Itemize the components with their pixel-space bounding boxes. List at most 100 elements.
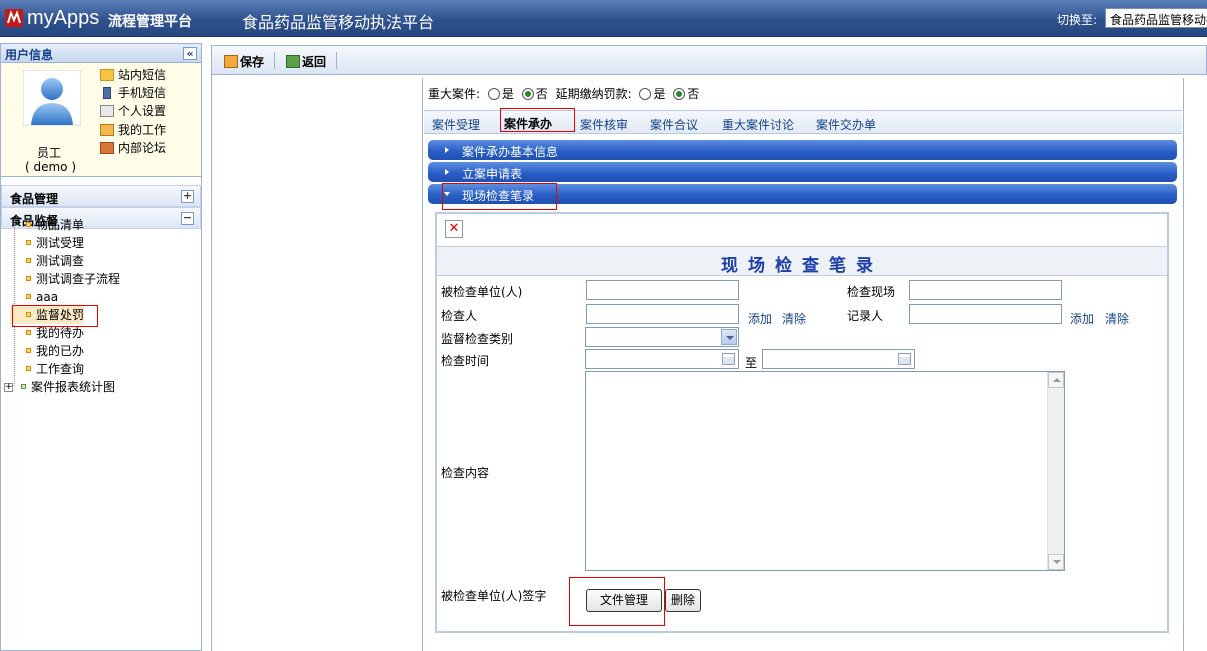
- back-button[interactable]: 返回: [286, 53, 326, 70]
- node-icon: [26, 330, 31, 335]
- expand-icon[interactable]: +: [181, 190, 194, 203]
- inspect-site-input[interactable]: [909, 280, 1062, 300]
- scrollbar[interactable]: [1047, 372, 1064, 570]
- calendar-icon[interactable]: [898, 353, 911, 365]
- delete-button[interactable]: 删除: [665, 589, 701, 612]
- save-icon: [224, 55, 238, 68]
- app-switch-select[interactable]: 食品药品监管移动执法平台: [1105, 8, 1207, 28]
- node-icon: [26, 366, 31, 371]
- tree-item-item-list[interactable]: 物品清单: [10, 216, 84, 234]
- inspector-add-link[interactable]: 添加: [748, 310, 772, 327]
- tab-case-collegial[interactable]: 案件合议: [650, 116, 698, 133]
- quick-link-forum[interactable]: 内部论坛: [100, 140, 166, 156]
- content-label: 检查内容: [441, 466, 490, 480]
- recorder-label: 记录人: [847, 309, 884, 323]
- file-button-highlight: [569, 577, 665, 626]
- remove-icon[interactable]: ✕: [445, 220, 463, 238]
- time-to-label: 至: [745, 356, 758, 370]
- major-case-yes-radio[interactable]: [487, 88, 500, 100]
- recorder-clear-link[interactable]: 清除: [1105, 310, 1129, 327]
- tree-item-test-investigate[interactable]: 测试调查: [10, 252, 84, 270]
- tree-item-case-report[interactable]: + 案件报表统计图: [4, 378, 115, 396]
- toolbar-divider: [336, 52, 337, 69]
- mail-icon: [100, 69, 114, 81]
- user-panel-title: 用户信息: [5, 48, 54, 62]
- delay-yes-radio[interactable]: [639, 88, 652, 100]
- save-button[interactable]: 保存: [224, 53, 264, 70]
- toolbar-divider: [274, 52, 275, 69]
- category-label: 监督检查类别: [441, 332, 514, 346]
- section-highlight: [442, 183, 557, 210]
- forum-icon: [100, 142, 114, 154]
- node-icon: [26, 222, 31, 227]
- quick-link-sms[interactable]: 手机短信: [100, 85, 166, 101]
- collapsed-arrow-icon: [445, 147, 449, 153]
- collapse-sidebar-icon[interactable]: «: [183, 47, 197, 60]
- case-flags: 重大案件: 是 否 延期缴纳罚款: 是 否: [428, 87, 700, 101]
- recorder-add-link[interactable]: 添加: [1070, 310, 1094, 327]
- section-case-basic-info[interactable]: 案件承办基本信息: [428, 140, 1177, 160]
- chevron-down-icon[interactable]: [721, 329, 737, 345]
- inspector-input[interactable]: [586, 304, 739, 324]
- tree-item-work-query[interactable]: 工作查询: [10, 360, 84, 378]
- time-end-input[interactable]: [762, 349, 915, 369]
- scroll-up-icon[interactable]: [1048, 372, 1064, 388]
- inspected-unit-input[interactable]: [586, 280, 739, 300]
- signature-label: 被检查单位(人)签字: [441, 589, 547, 603]
- tree-item-aaa[interactable]: aaa: [10, 288, 58, 306]
- tab-major-case-discussion[interactable]: 重大案件讨论: [722, 116, 794, 133]
- quick-link-my-work[interactable]: 我的工作: [100, 122, 166, 138]
- brand-subtitle: 流程管理平台: [108, 14, 192, 30]
- node-icon: [26, 294, 31, 299]
- expand-node-icon[interactable]: +: [4, 383, 13, 392]
- tab-case-accept[interactable]: 案件受理: [432, 116, 480, 133]
- app-title: 食品药品监管移动执法平台: [242, 13, 435, 32]
- settings-icon: [100, 105, 114, 117]
- brand-name: myApps: [27, 7, 100, 29]
- time-start-input[interactable]: [585, 349, 739, 369]
- inspect-site-label: 检查现场: [847, 285, 896, 299]
- inspector-label: 检查人: [441, 309, 478, 323]
- logo-icon: [5, 9, 23, 27]
- switch-label: 切换至:: [1057, 13, 1098, 27]
- node-icon: [26, 276, 31, 281]
- inspector-clear-link[interactable]: 清除: [782, 310, 806, 327]
- tree-item-my-done[interactable]: 我的已办: [10, 342, 84, 360]
- category-food-management[interactable]: 食品管理 +: [1, 185, 201, 207]
- inspection-content-textarea[interactable]: [585, 371, 1065, 571]
- quick-link-settings[interactable]: 个人设置: [100, 103, 166, 119]
- node-icon: [26, 348, 31, 353]
- quick-link-mail[interactable]: 站内短信: [100, 67, 166, 83]
- avatar-icon: [23, 70, 81, 126]
- node-icon: [21, 384, 26, 389]
- section-filing-application[interactable]: 立案申请表: [428, 162, 1177, 182]
- back-icon: [286, 55, 300, 68]
- user-name: ( demo ): [25, 160, 77, 174]
- recorder-input[interactable]: [909, 304, 1062, 324]
- tab-case-assignment[interactable]: 案件交办单: [816, 116, 876, 133]
- inspected-unit-label: 被检查单位(人): [441, 285, 523, 299]
- scroll-down-icon[interactable]: [1048, 554, 1064, 570]
- major-case-no-radio[interactable]: [521, 88, 534, 100]
- form-title-band: 现场检查笔录: [437, 246, 1167, 276]
- user-info: 员工 ( demo ) 站内短信 手机短信 个人设置 我的工作 内部论坛: [1, 63, 201, 177]
- work-icon: [100, 124, 114, 136]
- node-icon: [26, 240, 31, 245]
- form-title: 现场检查笔录: [721, 256, 883, 276]
- calendar-icon[interactable]: [722, 353, 735, 365]
- user-role: 员工: [37, 146, 62, 160]
- active-tab-highlight: [500, 108, 575, 132]
- top-header: myApps 流程管理平台 食品药品监管移动执法平台 切换至: 食品药品监管移动…: [0, 0, 1207, 37]
- tree-item-test-subflow[interactable]: 测试调查子流程: [10, 270, 120, 288]
- collapse-icon[interactable]: −: [181, 212, 194, 225]
- tab-case-review[interactable]: 案件核审: [580, 116, 628, 133]
- collapsed-arrow-icon: [445, 169, 449, 175]
- category-select[interactable]: [585, 327, 739, 347]
- time-label: 检查时间: [441, 354, 490, 368]
- user-panel-header: 用户信息 «: [1, 43, 201, 63]
- delay-no-radio[interactable]: [673, 88, 686, 100]
- mobile-icon: [103, 87, 111, 99]
- active-item-highlight: [12, 305, 98, 327]
- tree-item-test-accept[interactable]: 测试受理: [10, 234, 84, 252]
- node-icon: [26, 258, 31, 263]
